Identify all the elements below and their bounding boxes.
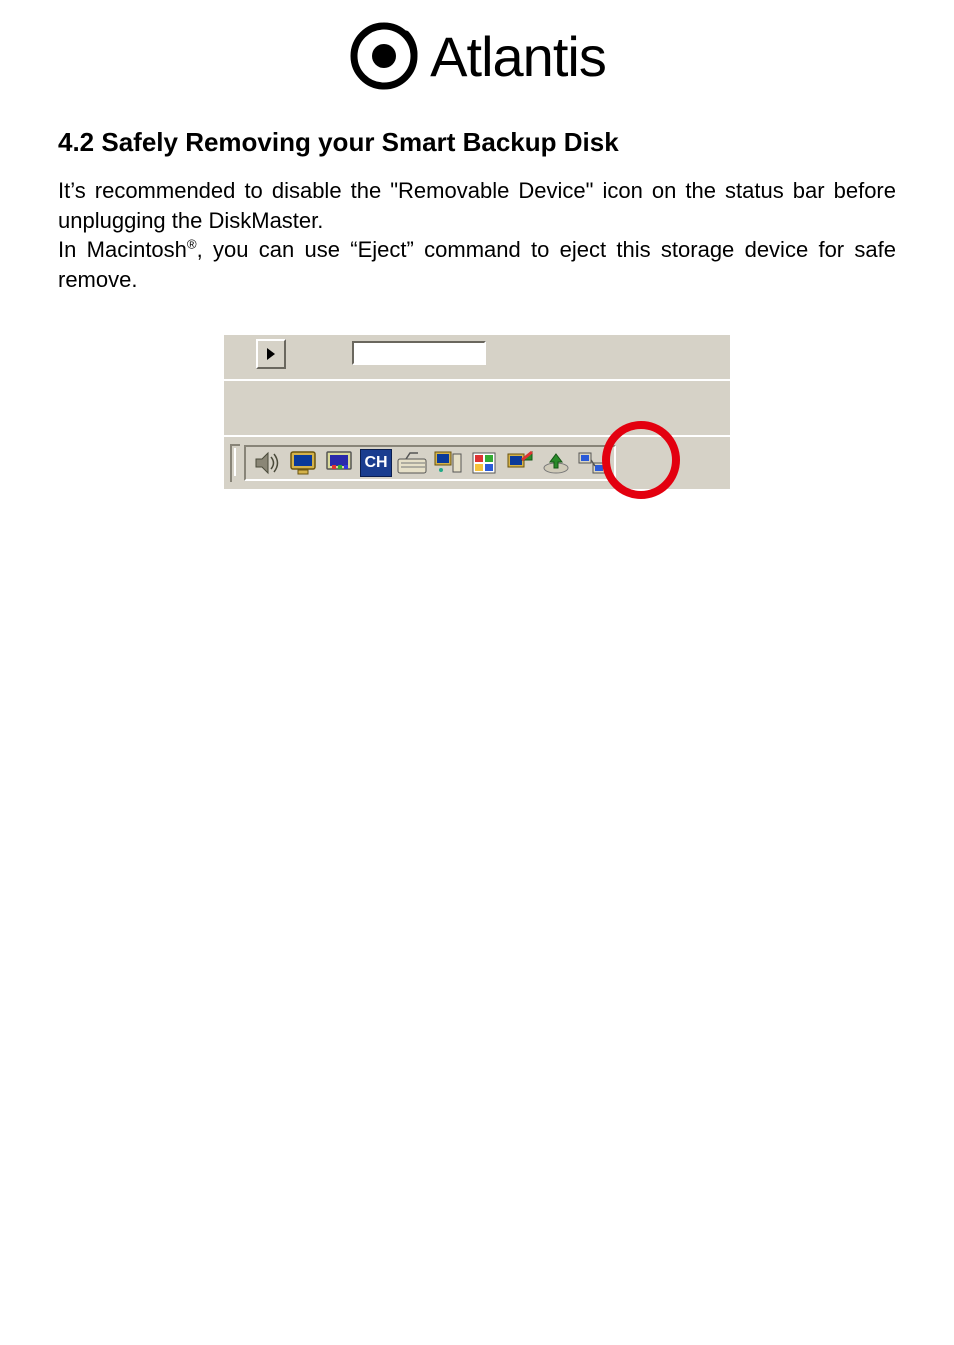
scroll-right-button[interactable] (256, 339, 286, 369)
paragraph-1: It’s recommended to disable the "Removab… (58, 176, 896, 235)
input-field-fragment[interactable] (352, 341, 486, 365)
registered-mark: ® (187, 237, 197, 252)
tray-grip[interactable] (230, 444, 240, 482)
display-icon[interactable] (288, 449, 320, 477)
paragraph-2-text-a: In Macintosh (58, 237, 187, 262)
paragraph-1-text: It’s recommended to disable the "Removab… (58, 178, 896, 233)
monitor-settings-icon[interactable] (324, 449, 356, 477)
utility-icon[interactable] (468, 449, 500, 477)
logo-text: Atlantis (430, 24, 606, 89)
paragraph-2: In Macintosh®, you can use “Eject” comma… (58, 235, 896, 294)
keyboard-icon[interactable] (396, 449, 428, 477)
tray-well: CH (244, 445, 616, 481)
network-icon[interactable] (576, 449, 608, 477)
logo: Atlantis (58, 20, 896, 97)
language-label: CH (360, 449, 392, 477)
computer-icon[interactable] (432, 449, 464, 477)
safely-remove-hardware-icon[interactable] (540, 449, 572, 477)
atlantis-mark-icon (348, 20, 420, 92)
system-tray: CH (224, 435, 730, 489)
section-heading: 4.2 Safely Removing your Smart Backup Di… (58, 127, 896, 158)
language-indicator[interactable]: CH (360, 449, 392, 477)
scrollbar-fragment (228, 339, 286, 375)
document-page: Atlantis 4.2 Safely Removing your Smart … (0, 0, 954, 529)
antivirus-icon[interactable] (504, 449, 536, 477)
screenshot-row-2 (224, 379, 730, 435)
volume-icon[interactable] (252, 449, 284, 477)
screenshot-row-1 (224, 335, 730, 379)
taskbar-screenshot: CH (224, 335, 730, 489)
